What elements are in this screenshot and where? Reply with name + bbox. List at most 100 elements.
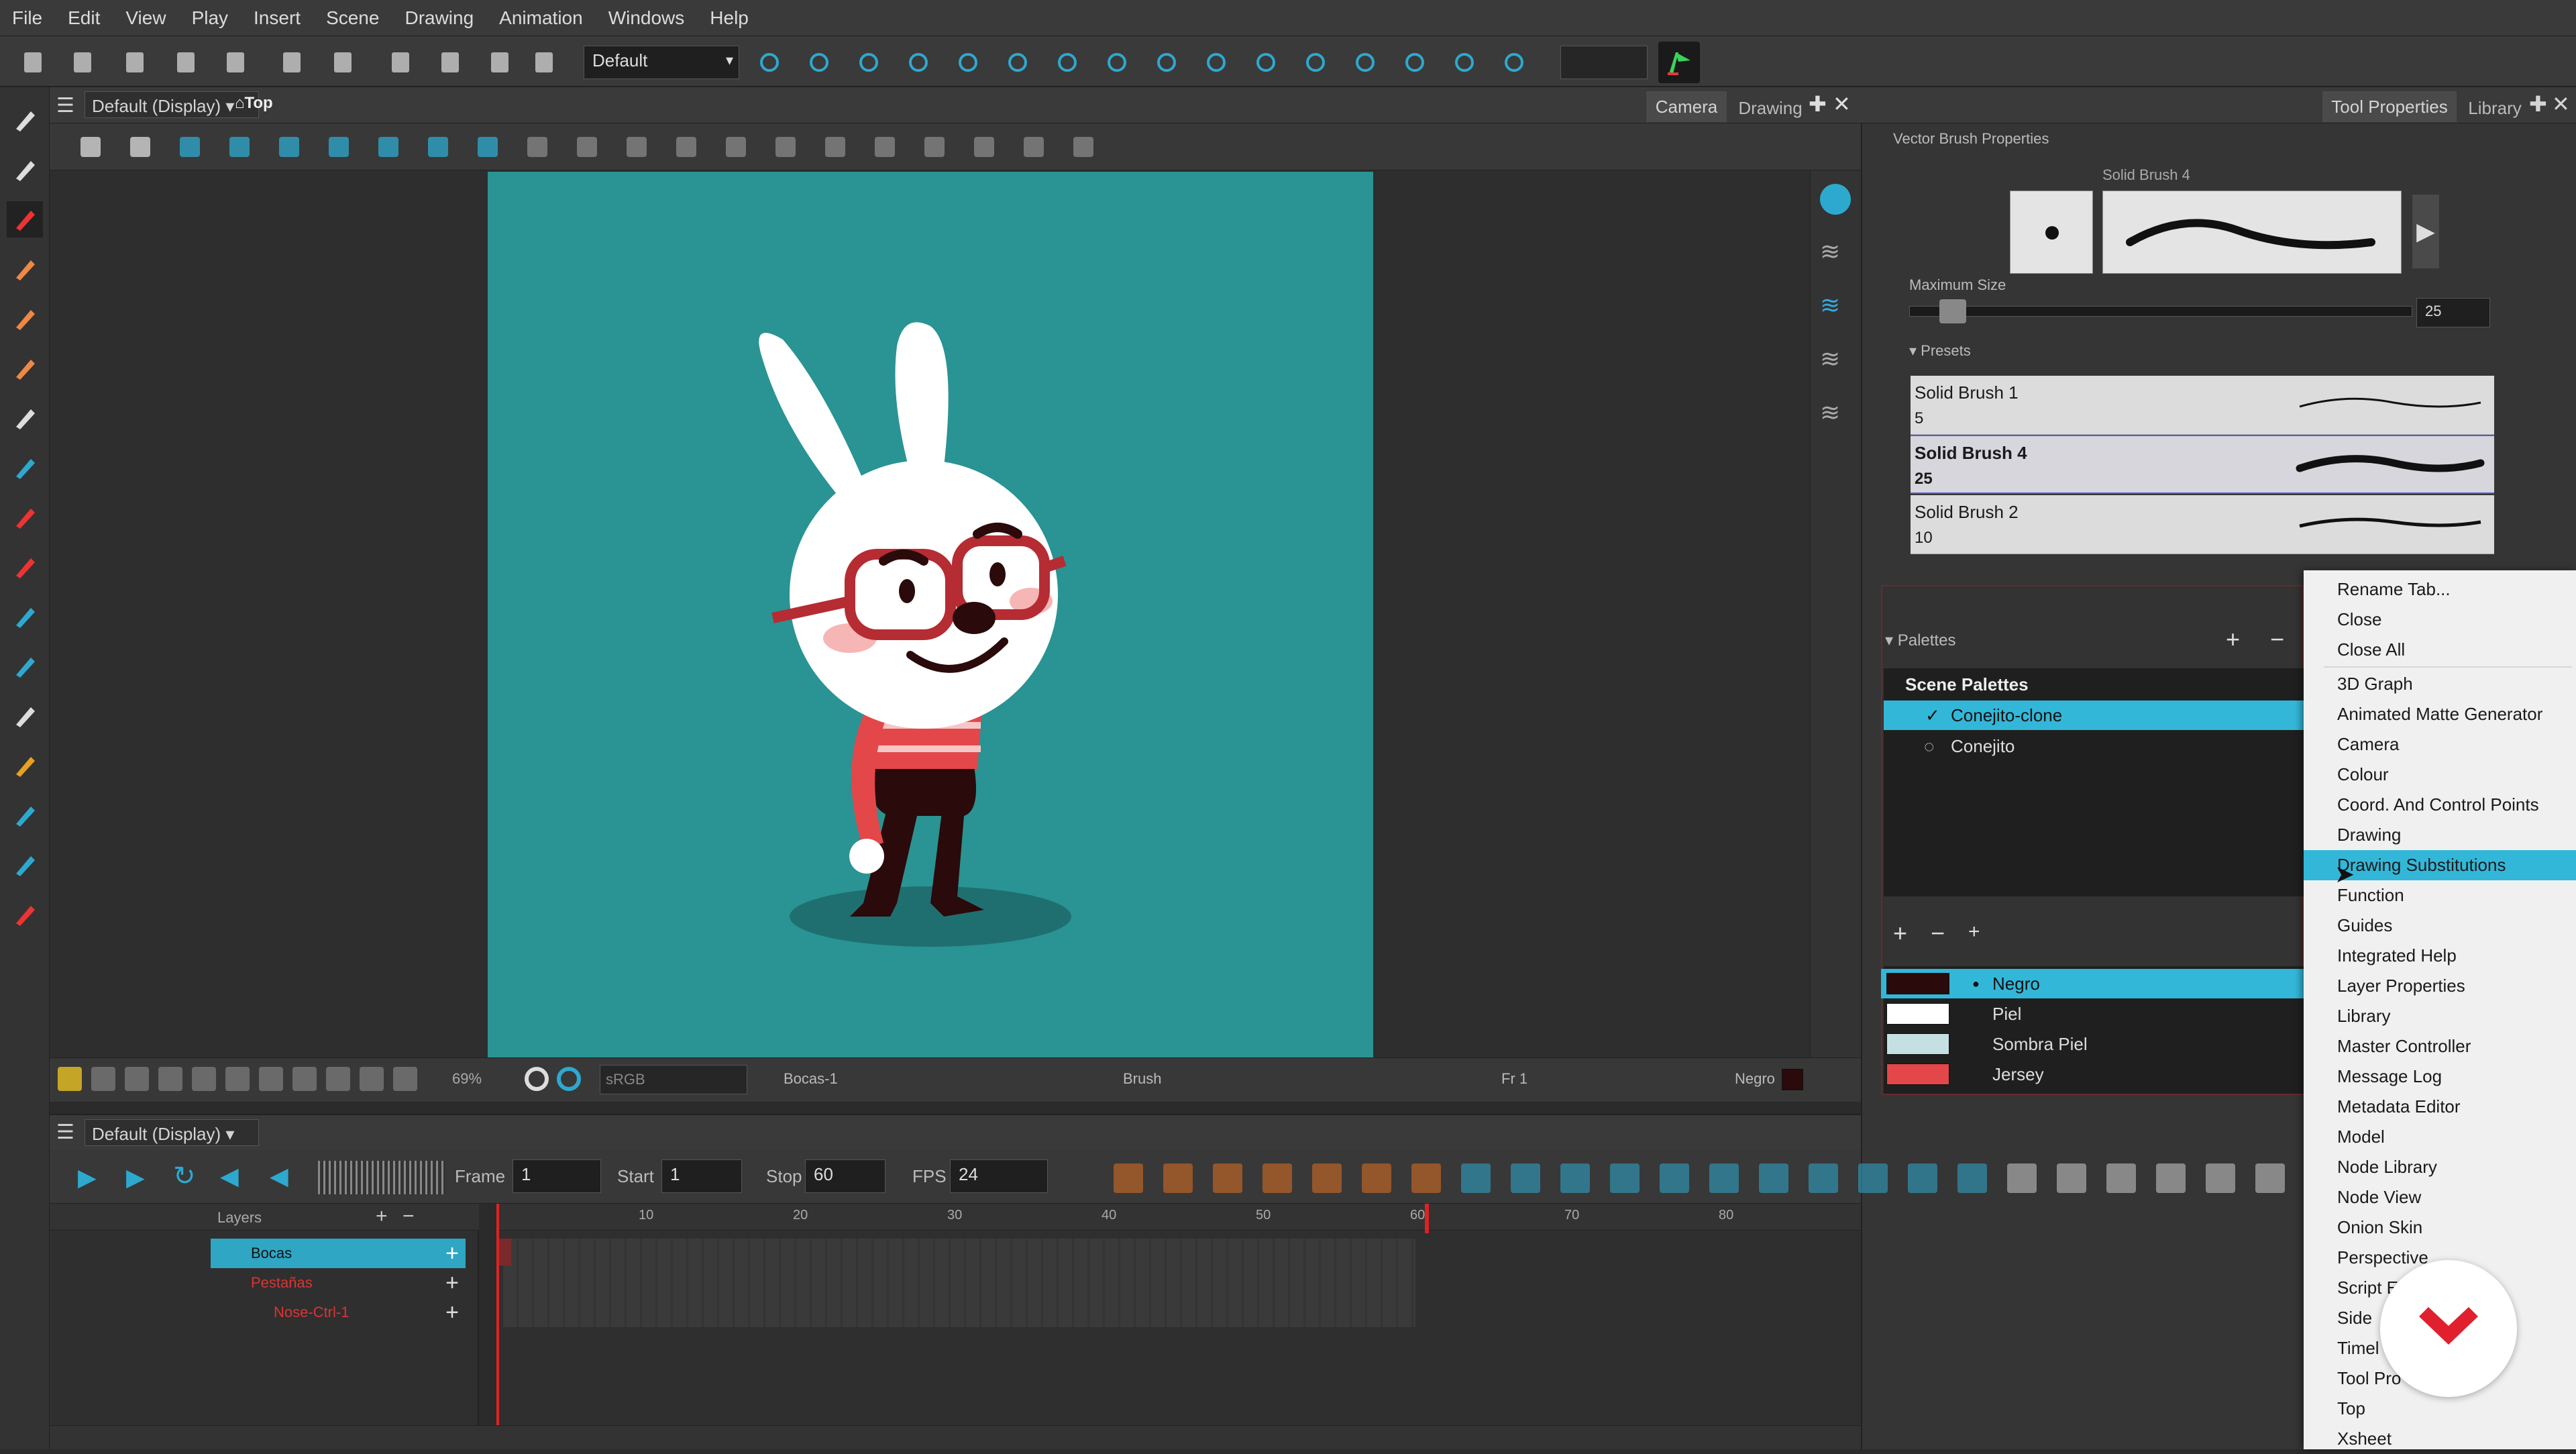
- paste-icon[interactable]: [482, 44, 518, 81]
- timeline-tool-20-icon[interactable]: [2057, 1163, 2086, 1193]
- settings-icon[interactable]: [123, 130, 157, 164]
- contour-select-icon[interactable]: [7, 152, 43, 188]
- play-selection-icon[interactable]: ▶: [126, 1163, 145, 1192]
- drawing-canvas[interactable]: [488, 172, 1373, 1057]
- menu-item[interactable]: Message Log: [2304, 1061, 2576, 1092]
- add-tab-icon[interactable]: ✚: [1809, 91, 1827, 117]
- unlock-icon[interactable]: [421, 130, 455, 164]
- presets-toggle[interactable]: ▾ Presets: [1909, 342, 1971, 360]
- skew-icon[interactable]: [1000, 44, 1036, 81]
- menu-item[interactable]: 3D Graph: [2304, 669, 2576, 699]
- pivot-display-icon[interactable]: [91, 1067, 115, 1091]
- camera-icon[interactable]: [360, 1067, 384, 1091]
- remove-palette-icon[interactable]: −: [2270, 625, 2284, 654]
- save-as-icon[interactable]: [168, 44, 204, 81]
- toolbar-dropdown[interactable]: [1560, 46, 1648, 79]
- render-icon[interactable]: [526, 44, 562, 81]
- layer-row-pestanas[interactable]: Pestañas +: [211, 1268, 466, 1298]
- menu-view[interactable]: View: [125, 7, 166, 29]
- timeline-tool-22-icon[interactable]: [2156, 1163, 2186, 1193]
- timeline-tool-16-icon[interactable]: [1858, 1163, 1888, 1193]
- swatch-item[interactable]: Sombra Piel: [1881, 1029, 2304, 1059]
- light-icon[interactable]: [620, 130, 653, 164]
- menu-insert[interactable]: Insert: [254, 7, 301, 29]
- text-icon[interactable]: [7, 400, 43, 436]
- remove-colour-icon[interactable]: −: [1931, 919, 1945, 947]
- bone-display-icon[interactable]: [868, 130, 902, 164]
- tab-drawing[interactable]: Drawing: [1733, 93, 1807, 123]
- timeline-tool-2-icon[interactable]: [1163, 1163, 1193, 1193]
- fps-field[interactable]: 24: [950, 1159, 1048, 1193]
- show-timeline-icon[interactable]: [751, 44, 788, 81]
- save-icon[interactable]: [117, 44, 153, 81]
- eye-icon[interactable]: [1820, 184, 1851, 215]
- timeline-tool-8-icon[interactable]: [1461, 1163, 1491, 1193]
- ruler-icon[interactable]: [471, 130, 504, 164]
- frame-field[interactable]: 1: [513, 1159, 601, 1193]
- add-tab-icon[interactable]: ✚: [2529, 91, 2547, 117]
- play-icon[interactable]: ▶: [78, 1163, 97, 1192]
- timeline-tool-15-icon[interactable]: [1809, 1163, 1838, 1193]
- loop-icon[interactable]: ↻: [173, 1161, 196, 1192]
- menu-item[interactable]: Animated Matte Generator: [2304, 699, 2576, 729]
- layer-order-3-icon[interactable]: [769, 130, 802, 164]
- gear-3-icon[interactable]: [1067, 130, 1100, 164]
- tab-tool-properties[interactable]: Tool Properties: [2322, 91, 2457, 122]
- swatch-item[interactable]: Jersey: [1881, 1059, 2304, 1089]
- lightning-icon[interactable]: [292, 1067, 317, 1091]
- timeline-tool-18-icon[interactable]: [1957, 1163, 1987, 1193]
- animate-icon[interactable]: [74, 130, 107, 164]
- timeline-tool-10-icon[interactable]: [1560, 1163, 1590, 1193]
- lock-icon[interactable]: [259, 1067, 283, 1091]
- menu-item[interactable]: Colour: [2304, 760, 2576, 790]
- menu-item[interactable]: Model: [2304, 1122, 2576, 1152]
- layer-row-nose[interactable]: Nose-Ctrl-1 +: [211, 1298, 466, 1327]
- layer-order-icon[interactable]: [669, 130, 703, 164]
- import-icon[interactable]: [217, 44, 254, 81]
- stop-field[interactable]: 60: [805, 1159, 885, 1193]
- menu-drawing[interactable]: Drawing: [405, 7, 474, 29]
- add-child-icon[interactable]: +: [445, 1239, 459, 1268]
- layers-icon[interactable]: ≋: [1820, 238, 1851, 268]
- menu-item[interactable]: Onion Skin: [2304, 1212, 2576, 1243]
- playback-speed-slider[interactable]: [318, 1161, 445, 1194]
- timeline-tool-19-icon[interactable]: [2007, 1163, 2037, 1193]
- chevron-right-icon[interactable]: ▶: [2412, 195, 2439, 268]
- menu-file[interactable]: File: [12, 7, 42, 29]
- add-child-icon[interactable]: +: [445, 1298, 459, 1327]
- timeline-tool-17-icon[interactable]: [1908, 1163, 1937, 1193]
- swatch-item[interactable]: Piel: [1881, 999, 2304, 1029]
- onion-skin-icon[interactable]: [272, 130, 306, 164]
- measure-icon[interactable]: [521, 130, 554, 164]
- menu-item[interactable]: Library: [2304, 1001, 2576, 1031]
- cut-icon[interactable]: [382, 44, 419, 81]
- zoom-level[interactable]: 69%: [452, 1070, 482, 1088]
- timeline-tool-24-icon[interactable]: [2255, 1163, 2285, 1193]
- redo-icon[interactable]: [325, 44, 361, 81]
- menu-item[interactable]: Close: [2304, 605, 2576, 635]
- safe-area-icon[interactable]: [223, 130, 256, 164]
- menu-item[interactable]: Camera: [2304, 729, 2576, 760]
- select-arrow-icon[interactable]: [7, 102, 43, 138]
- timeline-tool-4-icon[interactable]: [1263, 1163, 1292, 1193]
- gear-2-icon[interactable]: [1017, 130, 1051, 164]
- frame-icon[interactable]: [125, 1067, 149, 1091]
- gear-icon[interactable]: [967, 130, 1001, 164]
- add-palette-icon[interactable]: +: [2226, 625, 2240, 654]
- add-colour-icon[interactable]: +: [1893, 919, 1907, 947]
- crop-icon[interactable]: [192, 1067, 216, 1091]
- view-workspace-select[interactable]: Default (Display) ▾: [85, 91, 259, 118]
- close-view-icon[interactable]: ✕: [2552, 91, 2570, 117]
- timeline-tool-13-icon[interactable]: [1709, 1163, 1739, 1193]
- bone-tool-icon[interactable]: [7, 747, 43, 784]
- add-layer-icon[interactable]: +: [376, 1205, 388, 1228]
- close-view-icon[interactable]: ✕: [1833, 91, 1851, 117]
- max-size-slider-handle[interactable]: [1939, 299, 1966, 323]
- bulb-icon[interactable]: [58, 1067, 82, 1091]
- timeline-tool-14-icon[interactable]: [1759, 1163, 1788, 1193]
- max-size-field[interactable]: 25: [2416, 298, 2490, 327]
- sphere-icon[interactable]: [7, 648, 43, 684]
- paint-bucket-icon[interactable]: [7, 499, 43, 535]
- deformer-icon[interactable]: [1397, 44, 1433, 81]
- brush-icon[interactable]: [7, 201, 43, 238]
